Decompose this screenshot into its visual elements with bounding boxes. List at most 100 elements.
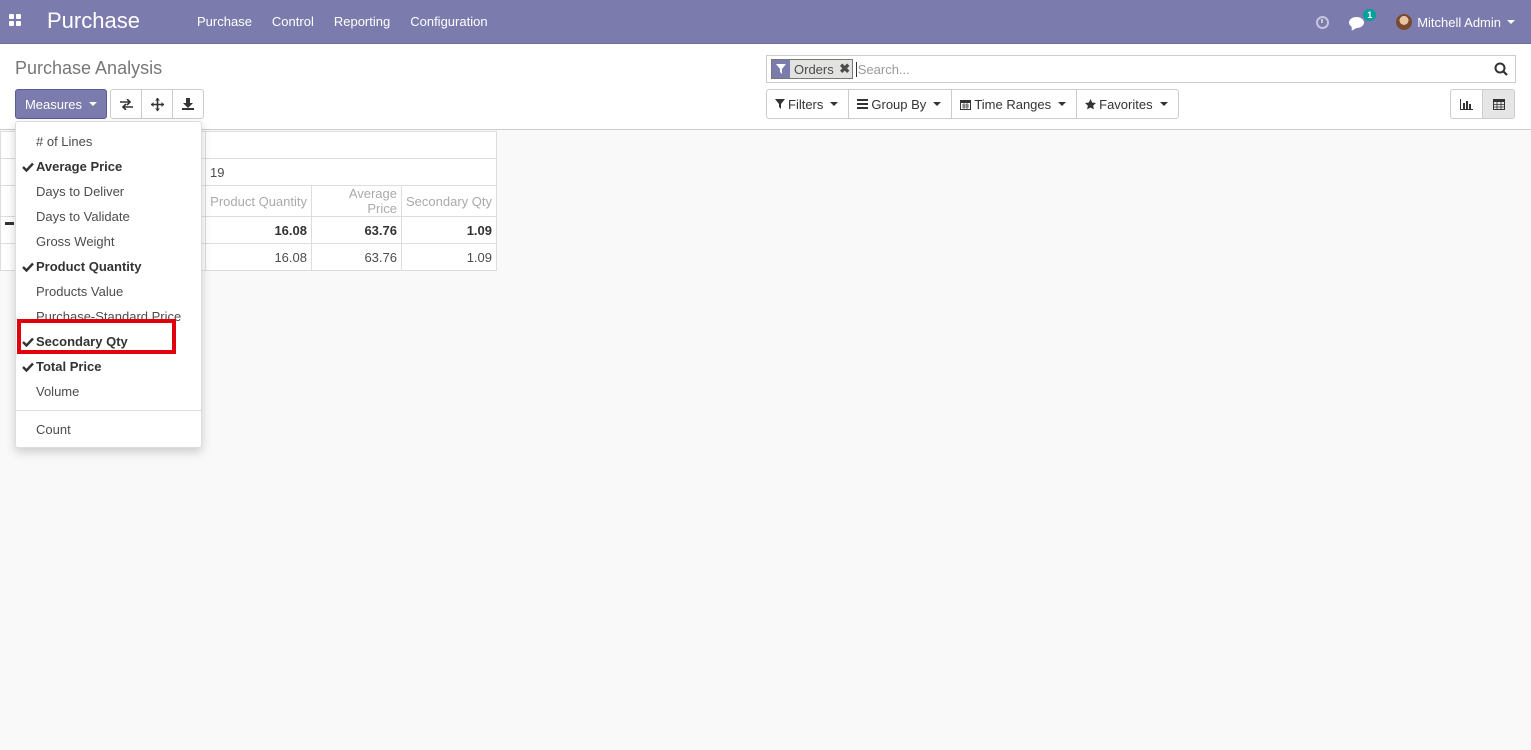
apps-menu-icon[interactable] (9, 14, 21, 26)
main-menu: Purchase Control Reporting Configuration (187, 0, 498, 44)
table-icon (1492, 98, 1505, 110)
caret-down-icon (933, 102, 942, 106)
chat-icon (1349, 16, 1365, 28)
measure-header-average-price[interactable]: Average Price (311, 185, 402, 217)
measures-button[interactable]: Measures (15, 89, 107, 119)
cell-value: 16.08 (205, 243, 312, 271)
menu-control[interactable]: Control (262, 0, 324, 44)
option-label: Products Value (36, 284, 124, 299)
measures-dropdown: # of Lines Average Price Days to Deliver… (15, 121, 202, 448)
download-icon (182, 98, 194, 110)
navbar-systray: 1 Mitchell Admin (1316, 0, 1531, 44)
bar-chart-icon (1460, 98, 1473, 110)
favorites-label: Favorites (1099, 96, 1153, 112)
option-label: Gross Weight (36, 234, 115, 249)
pivot-content: 19 Product Quantity Average Price Second… (0, 131, 1531, 750)
arrows-icon (150, 97, 164, 111)
timeranges-button[interactable]: Time Ranges (951, 89, 1078, 119)
cell-value: 1.09 (401, 216, 497, 244)
cell-value: 1.09 (401, 243, 497, 271)
messaging-menu[interactable]: 1 (1349, 8, 1377, 28)
measure-option-average-price[interactable]: Average Price (16, 154, 201, 179)
groupby-button[interactable]: Group By (848, 89, 953, 119)
search-bar: Orders ✖ (766, 55, 1516, 83)
expand-all-button[interactable] (141, 89, 173, 119)
measure-option-total-price[interactable]: Total Price (16, 354, 201, 379)
top-navbar: Purchase Purchase Control Reporting Conf… (0, 0, 1531, 44)
measure-option-products-value[interactable]: Products Value (16, 279, 201, 304)
facet-remove-icon[interactable]: ✖ (838, 61, 852, 77)
calendar-icon (960, 99, 972, 110)
pivot-actions (110, 89, 204, 119)
measure-header-secondary-qty[interactable]: Secondary Qty (401, 185, 497, 217)
facet-label: Orders (794, 61, 834, 77)
check-icon (21, 329, 35, 354)
measure-option-secondary-qty[interactable]: Secondary Qty (16, 329, 201, 354)
option-label: Days to Deliver (36, 184, 125, 199)
menu-configuration[interactable]: Configuration (400, 0, 497, 44)
filter-icon (772, 60, 790, 78)
user-menu-name[interactable]: Mitchell Admin (1417, 15, 1501, 30)
filter-icon (775, 99, 785, 109)
user-avatar[interactable] (1396, 14, 1413, 30)
option-label: # of Lines (36, 134, 93, 149)
caret-down-icon (89, 102, 98, 106)
measure-option-days-to-deliver[interactable]: Days to Deliver (16, 179, 201, 204)
control-panel: Purchase Analysis Measures Orders ✖ Sear… (0, 44, 1531, 130)
collapse-minus-icon[interactable] (5, 222, 14, 225)
option-label: Purchase-Standard Price (36, 309, 182, 324)
flip-axis-button[interactable] (110, 89, 142, 119)
measures-button-label: Measures (24, 96, 83, 112)
pivot-view-button[interactable] (1482, 89, 1515, 119)
option-label: Secondary Qty (36, 334, 128, 349)
option-label: Count (36, 422, 71, 437)
page-title[interactable]: Purchase Analysis (15, 58, 162, 79)
option-label: Average Price (36, 159, 123, 174)
search-options: Filters Group By Time Ranges Favorites (766, 89, 1179, 119)
exchange-icon (119, 98, 133, 110)
star-icon (1085, 98, 1097, 109)
cell-value: 63.76 (311, 243, 402, 271)
favorites-button[interactable]: Favorites (1076, 89, 1179, 119)
caret-down-icon (1058, 102, 1067, 106)
view-switcher (1450, 89, 1515, 119)
search-input[interactable] (855, 61, 1489, 77)
user-menu-caret-icon[interactable] (1507, 20, 1515, 24)
timeranges-label: Time Ranges (974, 96, 1052, 112)
measure-option-lines[interactable]: # of Lines (16, 129, 201, 154)
search-facet-orders: Orders ✖ (771, 59, 853, 79)
check-icon (21, 354, 35, 379)
search-icon[interactable] (1489, 57, 1513, 81)
filters-label: Filters (788, 96, 824, 112)
caret-down-icon (830, 102, 839, 106)
check-icon (21, 154, 35, 179)
measure-option-gross-weight[interactable]: Gross Weight (16, 229, 201, 254)
check-icon (21, 254, 35, 279)
cell-value: 16.08 (205, 216, 312, 244)
measure-option-purchase-standard-price[interactable]: Purchase-Standard Price (16, 304, 201, 329)
bars-icon (857, 99, 869, 109)
option-label: Product Quantity (36, 259, 142, 274)
dropdown-divider (16, 410, 201, 411)
graph-view-button[interactable] (1450, 89, 1483, 119)
chat-counter-badge: 1 (1363, 8, 1377, 21)
activity-clock-icon[interactable] (1316, 15, 1330, 29)
option-label: Days to Validate (36, 209, 130, 224)
app-brand[interactable]: Purchase (47, 8, 140, 34)
pivot-col-header-total[interactable] (205, 131, 497, 159)
cell-value: 63.76 (311, 216, 402, 244)
option-label: Volume (36, 384, 80, 399)
menu-purchase[interactable]: Purchase (187, 0, 262, 44)
measure-option-count[interactable]: Count (16, 417, 201, 442)
pivot-col-header-date[interactable]: 19 (205, 158, 497, 186)
menu-reporting[interactable]: Reporting (324, 0, 400, 44)
measure-option-volume[interactable]: Volume (16, 379, 201, 404)
measure-option-product-quantity[interactable]: Product Quantity (16, 254, 201, 279)
caret-down-icon (1159, 102, 1168, 106)
download-button[interactable] (172, 89, 204, 119)
measure-header-product-quantity[interactable]: Product Quantity (205, 185, 312, 217)
filters-button[interactable]: Filters (766, 89, 850, 119)
groupby-label: Group By (871, 96, 927, 112)
option-label: Total Price (36, 359, 102, 374)
measure-option-days-to-validate[interactable]: Days to Validate (16, 204, 201, 229)
